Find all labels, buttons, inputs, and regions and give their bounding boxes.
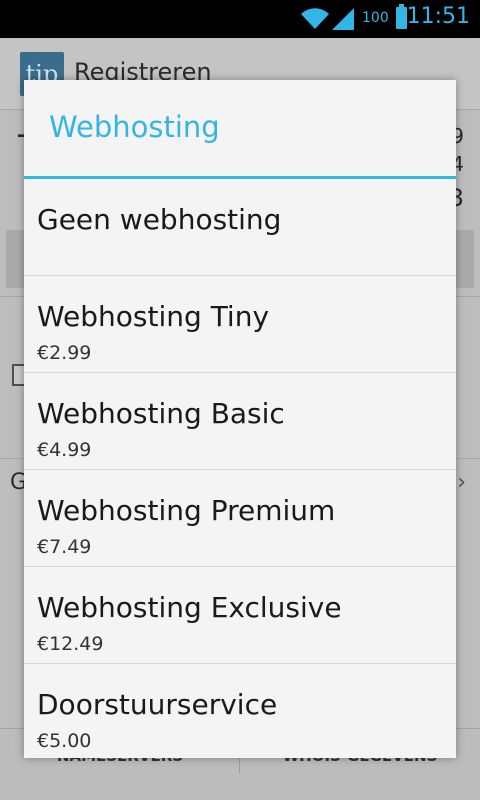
option-price: €7.49 (37, 536, 92, 558)
battery-icon (396, 4, 407, 29)
option-name: Geen webhosting (37, 203, 282, 236)
option-price: €4.99 (37, 439, 92, 461)
option-webhosting-exclusive[interactable]: Webhosting Exclusive €12.49 (24, 567, 456, 664)
wifi-icon (301, 8, 329, 29)
option-name: Webhosting Tiny (37, 300, 270, 333)
status-time: 11:51 (406, 4, 470, 29)
option-name: Webhosting Premium (37, 494, 336, 527)
status-bar: 100 11:51 (0, 0, 480, 38)
option-geen-webhosting[interactable]: Geen webhosting (24, 179, 456, 276)
option-name: Webhosting Exclusive (37, 591, 342, 624)
dialog-title: Webhosting (49, 110, 220, 144)
option-name: Doorstuurservice (37, 688, 278, 721)
option-doorstuurservice[interactable]: Doorstuurservice €5.00 (24, 664, 456, 758)
battery-percent: 100 (362, 10, 389, 26)
option-name: Webhosting Basic (37, 397, 285, 430)
webhosting-dialog: Webhosting Geen webhosting Webhosting Ti… (24, 80, 456, 758)
option-webhosting-premium[interactable]: Webhosting Premium €7.49 (24, 470, 456, 567)
signal-icon (332, 8, 354, 30)
option-price: €2.99 (37, 342, 92, 364)
option-price: €5.00 (37, 730, 92, 752)
option-webhosting-tiny[interactable]: Webhosting Tiny €2.99 (24, 276, 456, 373)
chevron-right-icon: › (457, 470, 466, 495)
option-price: €12.49 (37, 633, 104, 655)
option-webhosting-basic[interactable]: Webhosting Basic €4.99 (24, 373, 456, 470)
